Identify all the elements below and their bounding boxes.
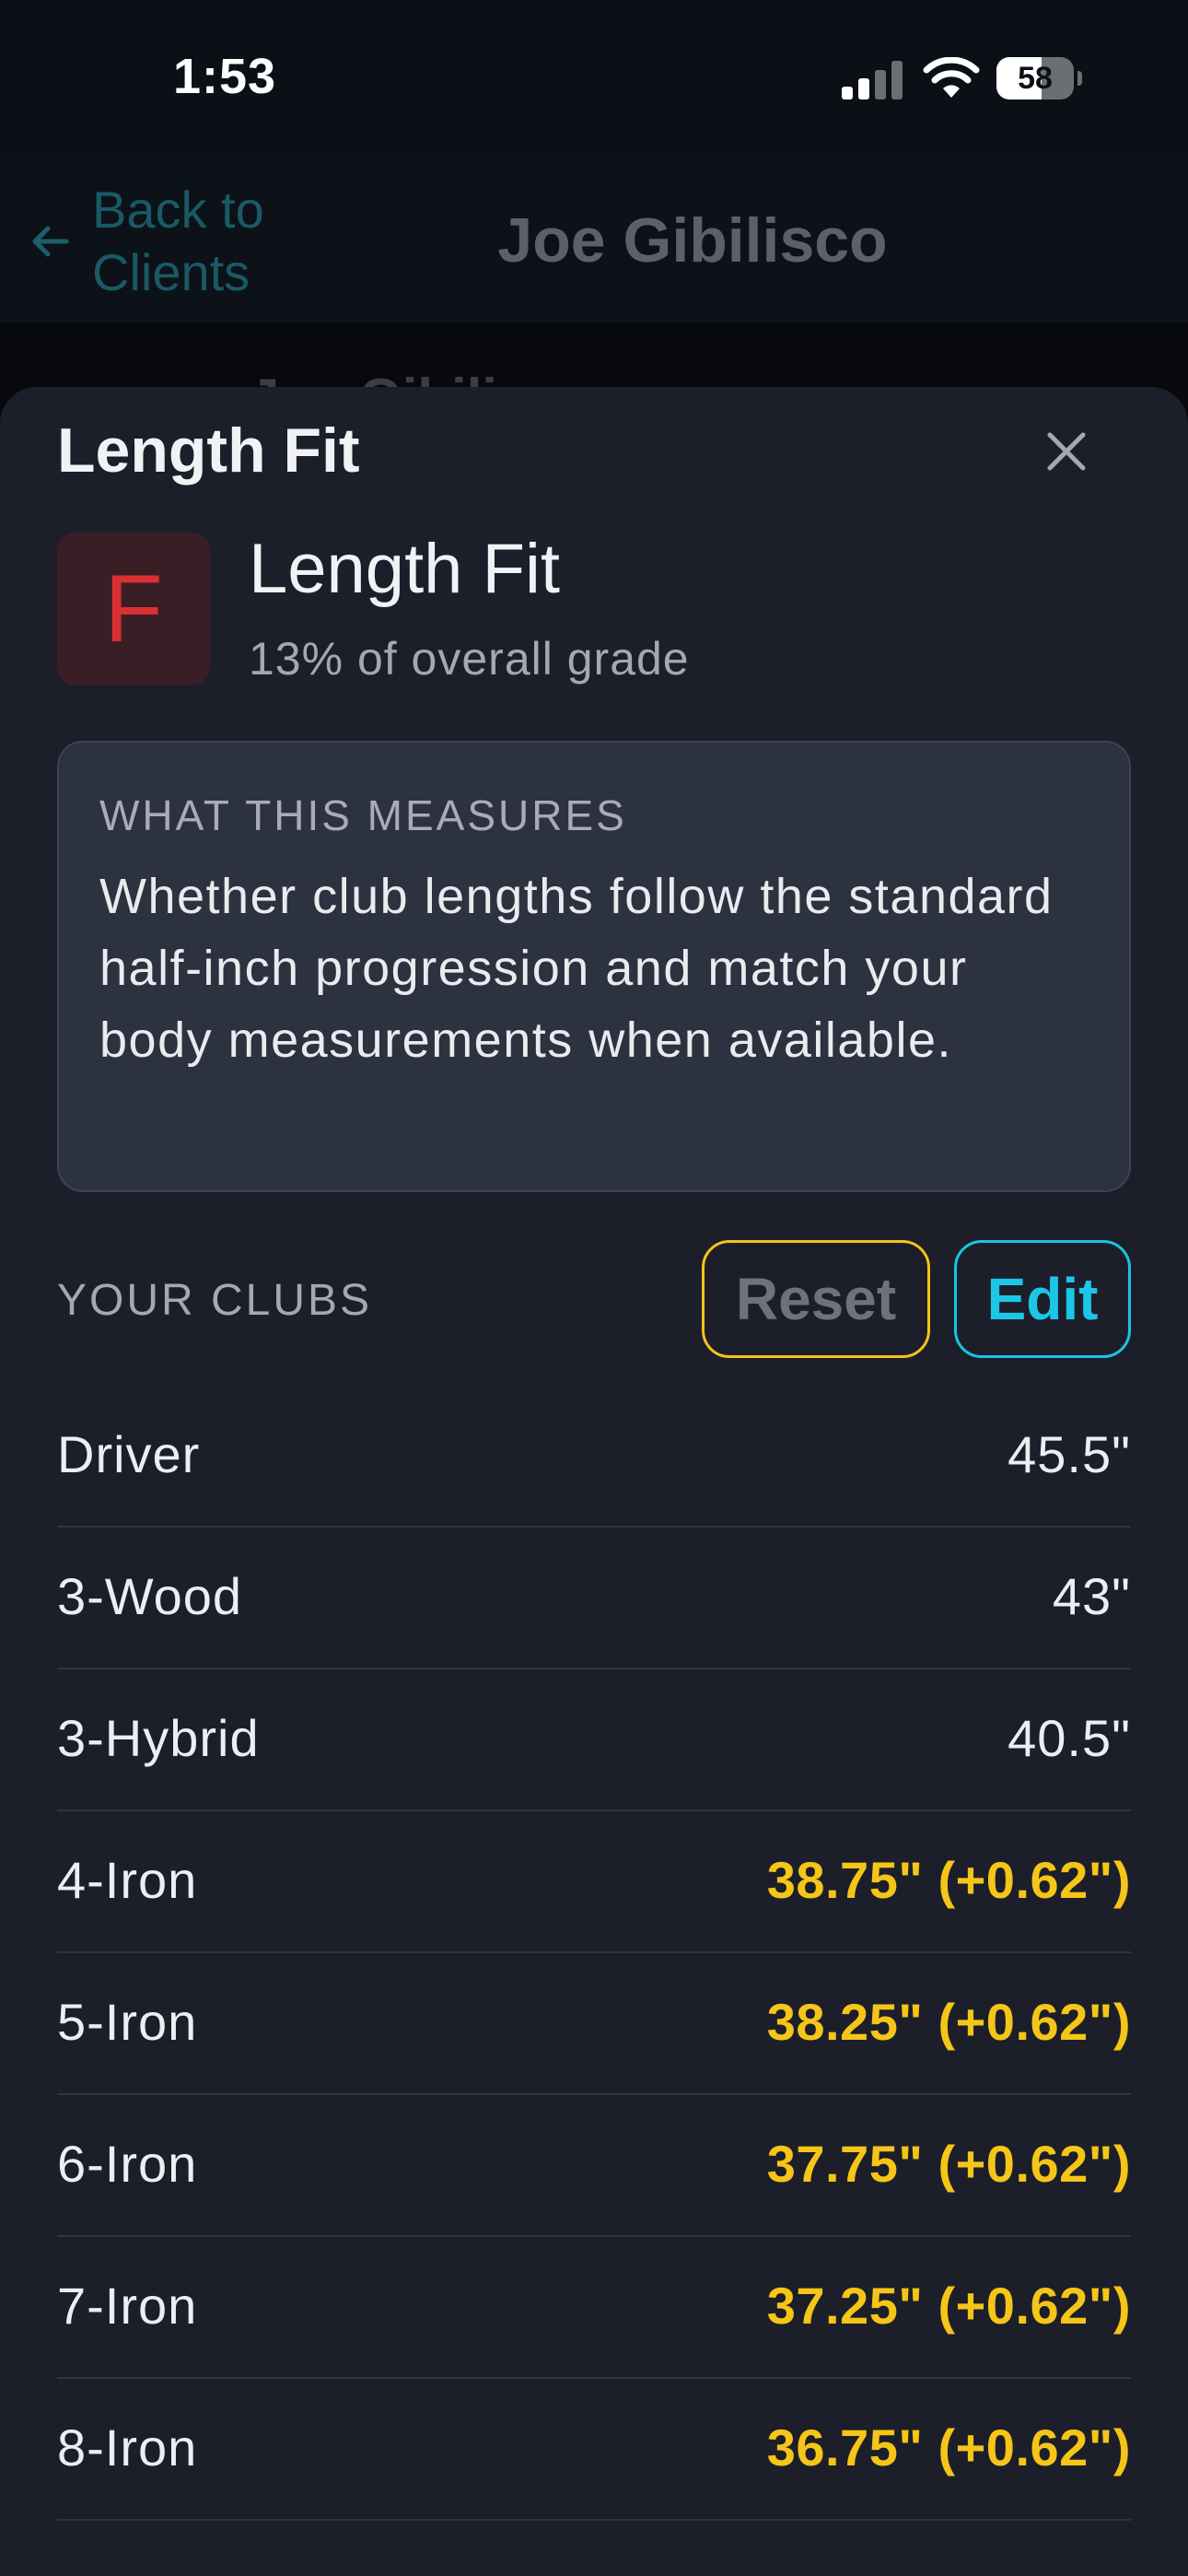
- club-name: 8-Iron: [57, 2418, 198, 2476]
- club-name: 4-Iron: [57, 1851, 198, 1909]
- reset-button[interactable]: Reset: [702, 1240, 930, 1358]
- what-this-measures-card: WHAT THIS MEASURES Whether club lengths …: [57, 741, 1131, 1192]
- battery-body: 58: [996, 57, 1074, 100]
- club-row: 5-Iron 38.25" (+0.62"): [57, 1953, 1131, 2095]
- club-name: 3-Wood: [57, 1567, 243, 1625]
- club-row: 6-Iron 37.75" (+0.62"): [57, 2095, 1131, 2237]
- club-row: 4-Iron 38.75" (+0.62"): [57, 1811, 1131, 1953]
- battery-percent: 58: [1018, 61, 1053, 96]
- nav-bar: Back to Clients Joe Gibilisco: [0, 157, 1188, 322]
- club-row: 8-Iron 36.75" (+0.62"): [57, 2379, 1131, 2521]
- club-length: 43": [1052, 1567, 1131, 1625]
- club-name: 7-Iron: [57, 2277, 198, 2335]
- club-row: Driver 45.5": [57, 1386, 1131, 1528]
- length-fit-sheet: Length Fit F Length Fit 13% of overall g…: [0, 387, 1188, 2576]
- club-length: 37.25" (+0.62"): [766, 2277, 1131, 2335]
- club-length: 45.5": [1007, 1425, 1131, 1483]
- club-name: 5-Iron: [57, 1993, 198, 2051]
- page-title: Joe Gibilisco: [497, 205, 888, 275]
- metric-weight: 13% of overall grade: [249, 633, 690, 685]
- sheet-title: Length Fit: [57, 416, 360, 486]
- status-time: 1:53: [173, 49, 277, 104]
- club-length: 37.75" (+0.62"): [766, 2135, 1131, 2193]
- your-clubs-heading: YOUR CLUBS: [57, 1276, 373, 1325]
- club-row: 3-Hybrid 40.5": [57, 1669, 1131, 1811]
- club-length: 36.75" (+0.62"): [766, 2418, 1131, 2476]
- battery-icon: 58: [996, 57, 1082, 100]
- grade-badge: F: [57, 533, 210, 685]
- club-length: 38.25" (+0.62"): [766, 1993, 1131, 2051]
- wifi-icon: [923, 57, 980, 98]
- club-row: 3-Wood 43": [57, 1528, 1131, 1669]
- club-list: Driver 45.5" 3-Wood 43" 3-Hybrid 40.5" 4…: [57, 1386, 1131, 2521]
- cellular-signal-icon: [842, 61, 903, 100]
- battery-tip: [1077, 71, 1082, 86]
- club-name: 6-Iron: [57, 2135, 198, 2193]
- edit-button[interactable]: Edit: [954, 1240, 1131, 1358]
- metric-name: Length Fit: [249, 530, 560, 608]
- club-row: 7-Iron 37.25" (+0.62"): [57, 2237, 1131, 2379]
- club-length: 38.75" (+0.62"): [766, 1851, 1131, 1909]
- club-name: 3-Hybrid: [57, 1709, 260, 1767]
- measures-description: Whether club lengths follow the standard…: [99, 869, 1054, 1068]
- club-length: 40.5": [1007, 1709, 1131, 1767]
- status-bar: 1:53 58: [0, 0, 1188, 157]
- screen: 1:53 58 Back to Clients Joe Gibilisco Le…: [0, 0, 1188, 2576]
- close-icon[interactable]: [1039, 424, 1094, 479]
- club-name: Driver: [57, 1425, 201, 1483]
- measures-heading: WHAT THIS MEASURES: [99, 791, 627, 839]
